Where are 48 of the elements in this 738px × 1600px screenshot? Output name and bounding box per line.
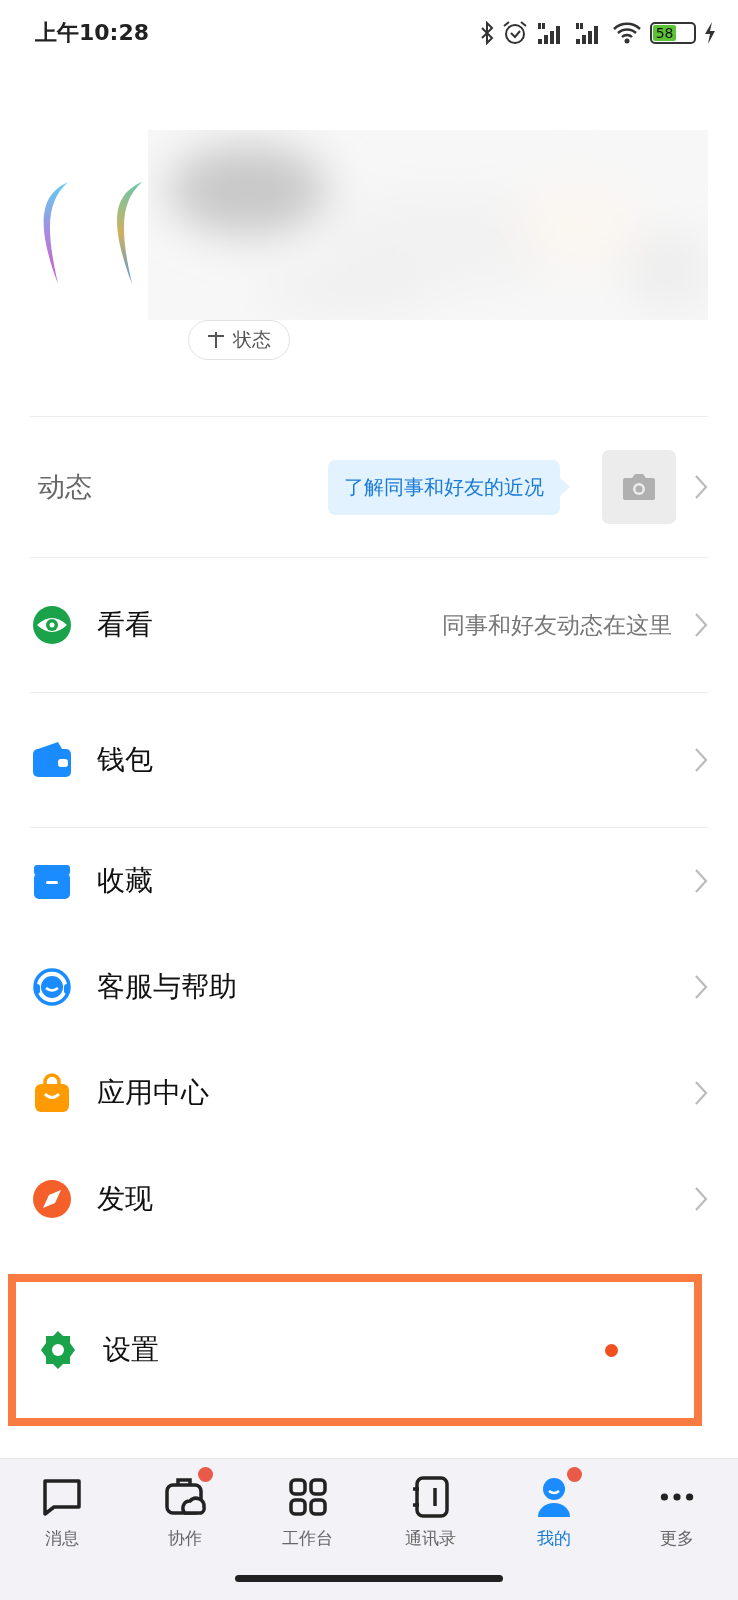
menu-hint: 同事和好友动态在这里	[442, 610, 672, 640]
menu-label: 钱包	[97, 742, 154, 778]
chevron-right-icon	[694, 747, 708, 773]
tab-item[interactable]: 我的	[492, 1465, 615, 1550]
charging-icon	[704, 21, 716, 45]
plus-icon	[207, 331, 225, 349]
wallet-icon	[32, 740, 72, 780]
highlight-frame[interactable]: 设置	[8, 1274, 702, 1426]
camera-button[interactable]	[602, 450, 676, 524]
tab-item[interactable]: 通讯录	[369, 1465, 492, 1550]
shopping-bag-icon	[32, 1073, 72, 1113]
bluetooth-icon	[480, 21, 494, 45]
chevron-right-icon	[694, 974, 708, 1000]
wifi-icon	[612, 21, 642, 45]
tab-item[interactable]: 协作	[123, 1465, 246, 1550]
more-icon	[658, 1492, 695, 1502]
menu-label: 收藏	[97, 863, 154, 899]
menu-item[interactable]: 钱包	[0, 693, 738, 827]
menu-item[interactable]: 发现	[0, 1146, 738, 1252]
battery-level: 58	[653, 25, 677, 41]
menu-label: 应用中心	[97, 1075, 210, 1111]
menu-label: 设置	[103, 1332, 160, 1368]
eye-icon	[32, 605, 72, 645]
menu-item[interactable]: 看看 同事和好友动态在这里	[0, 558, 738, 692]
chevron-right-icon	[694, 1186, 708, 1212]
tab-item[interactable]: 工作台	[246, 1465, 369, 1550]
chevron-right-icon	[694, 474, 708, 500]
tab-item[interactable]: 更多	[615, 1465, 738, 1550]
chevron-right-icon	[694, 1080, 708, 1106]
menu-item[interactable]: 收藏	[0, 828, 738, 934]
status-time: 上午10:28	[35, 19, 150, 47]
status-button[interactable]: 状态	[188, 320, 290, 360]
menu-label: 客服与帮助	[97, 969, 238, 1005]
chevron-right-icon	[694, 612, 708, 638]
moments-label: 动态	[38, 470, 93, 504]
gear-icon	[38, 1330, 78, 1370]
tooltip-pointer	[560, 478, 570, 496]
tab-item[interactable]: 消息	[0, 1465, 123, 1550]
compass-icon	[32, 1179, 72, 1219]
chevron-right-icon	[694, 868, 708, 894]
menu-label: 看看	[97, 607, 154, 643]
menu-item[interactable]: 客服与帮助	[0, 934, 738, 1040]
menu-item[interactable]: 应用中心	[0, 1040, 738, 1146]
menu-label: 发现	[97, 1181, 154, 1217]
tooltip-bubble: 了解同事和好友的近况	[328, 459, 560, 515]
alarm-icon	[502, 20, 528, 46]
camera-icon	[621, 472, 657, 502]
headset-icon	[32, 967, 72, 1007]
